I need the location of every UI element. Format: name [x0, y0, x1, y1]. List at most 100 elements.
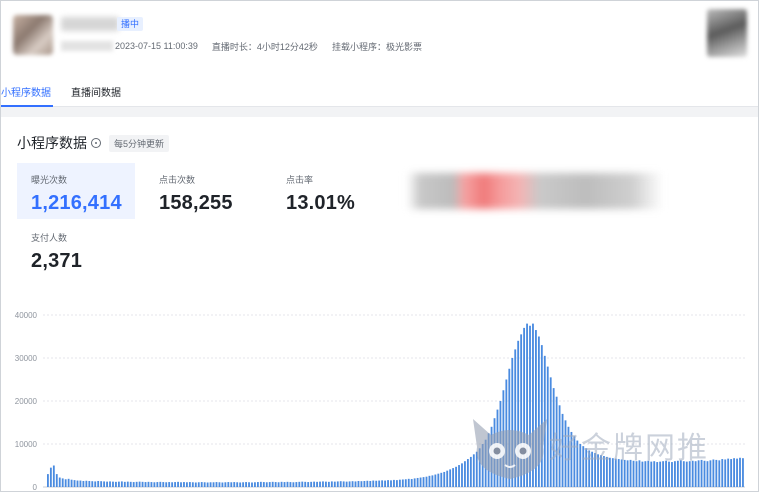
chart-bar[interactable] — [387, 480, 389, 487]
chart-bar[interactable] — [339, 481, 342, 487]
chart-bar[interactable] — [138, 481, 141, 488]
chart-bar[interactable] — [549, 377, 552, 487]
chart-bar[interactable] — [117, 481, 120, 488]
chart-bar[interactable] — [330, 481, 333, 487]
chart-bar[interactable] — [91, 481, 94, 487]
chart-bar[interactable] — [147, 481, 150, 487]
chart-bar[interactable] — [141, 481, 144, 487]
chart-bar[interactable] — [236, 482, 239, 487]
chart-bar[interactable] — [688, 461, 691, 487]
chart-bar[interactable] — [718, 460, 721, 487]
chart-bar[interactable] — [490, 426, 493, 487]
chart-bar[interactable] — [461, 463, 463, 487]
chart-bar[interactable] — [307, 482, 310, 487]
chart-bar[interactable] — [144, 482, 147, 487]
chart-bar[interactable] — [724, 459, 727, 487]
chart-bar[interactable] — [671, 462, 673, 487]
chart-bar[interactable] — [449, 469, 452, 487]
chart-bar[interactable] — [546, 366, 549, 487]
chart-bar[interactable] — [481, 444, 484, 487]
chart-bar[interactable] — [582, 446, 585, 487]
chart-bar[interactable] — [239, 482, 242, 487]
chart-bar[interactable] — [532, 323, 534, 487]
chart-bar[interactable] — [120, 481, 123, 487]
chart-bar[interactable] — [413, 478, 416, 487]
chart-bar[interactable] — [251, 482, 253, 487]
chart-bar[interactable] — [159, 481, 162, 487]
chart-bar[interactable] — [422, 477, 425, 487]
chart-bar[interactable] — [123, 481, 126, 487]
chart-bar[interactable] — [259, 481, 262, 487]
chart-bar[interactable] — [543, 355, 546, 487]
chart-bar[interactable] — [733, 458, 735, 487]
tab-live-room-data[interactable]: 直播间数据 — [69, 77, 123, 107]
chart-bar[interactable] — [428, 475, 431, 487]
chart-bar[interactable] — [629, 459, 632, 487]
chart-bar[interactable] — [357, 480, 360, 487]
chart-bar[interactable] — [165, 482, 168, 487]
chart-bar[interactable] — [496, 409, 499, 487]
info-icon[interactable] — [91, 138, 101, 148]
chart-bar[interactable] — [401, 479, 404, 487]
chart-bar[interactable] — [742, 458, 744, 487]
chart-bar[interactable] — [310, 481, 313, 487]
chart-bar[interactable] — [135, 481, 138, 487]
chart-bar[interactable] — [372, 480, 375, 487]
chart-bar[interactable] — [600, 455, 602, 487]
chart-bar[interactable] — [558, 405, 561, 487]
chart-bar[interactable] — [191, 482, 194, 487]
chart-bar[interactable] — [194, 482, 197, 487]
chart-bar[interactable] — [579, 444, 582, 487]
chart-bar[interactable] — [203, 482, 206, 487]
chart-bar[interactable] — [156, 482, 159, 487]
chart-bar[interactable] — [177, 481, 179, 487]
chart-bar[interactable] — [70, 479, 73, 487]
chart-bar[interactable] — [647, 460, 650, 487]
chart-bar[interactable] — [396, 480, 398, 487]
chart-bar[interactable] — [676, 460, 679, 487]
chart-bar[interactable] — [369, 480, 372, 487]
chart-bar[interactable] — [611, 458, 614, 487]
chart-bar[interactable] — [97, 480, 100, 487]
chart-bar[interactable] — [603, 456, 605, 487]
chart-bar[interactable] — [638, 460, 641, 487]
chart-bar[interactable] — [608, 457, 611, 487]
chart-bar[interactable] — [626, 460, 629, 487]
chart-bar[interactable] — [730, 459, 733, 487]
chart-bar[interactable] — [641, 461, 644, 487]
chart-bar[interactable] — [682, 461, 685, 487]
chart-bar[interactable] — [200, 482, 203, 487]
chart-bar[interactable] — [168, 482, 171, 487]
chart-bar[interactable] — [354, 481, 357, 487]
chart-bar[interactable] — [327, 481, 330, 487]
chart-bar[interactable] — [227, 482, 230, 487]
chart-bar[interactable] — [256, 482, 259, 487]
chart-bar[interactable] — [555, 396, 558, 487]
chart-bar[interactable] — [662, 461, 665, 487]
chart-bar[interactable] — [345, 481, 348, 488]
chart-bar[interactable] — [703, 460, 706, 487]
chart-bar[interactable] — [64, 479, 67, 487]
chart-bar[interactable] — [709, 460, 712, 487]
chart-bar[interactable] — [727, 458, 730, 487]
chart-bar[interactable] — [434, 474, 437, 487]
chart-bar[interactable] — [691, 460, 694, 487]
chart-bar[interactable] — [594, 453, 596, 487]
chart-bar[interactable] — [351, 481, 354, 487]
chart-bar[interactable] — [109, 481, 111, 487]
chart-bar[interactable] — [614, 458, 617, 487]
chart-bar[interactable] — [153, 482, 156, 487]
chart-bar[interactable] — [440, 472, 443, 487]
chart-bar[interactable] — [679, 460, 682, 487]
chart-bar[interactable] — [183, 482, 185, 487]
chart-bar[interactable] — [537, 336, 540, 488]
chart-bar[interactable] — [221, 482, 224, 487]
chart-bar[interactable] — [150, 482, 153, 487]
metric-card-ctr[interactable]: 点击率 13.01% — [272, 163, 390, 219]
chart-bar[interactable] — [292, 482, 295, 487]
chart-bar[interactable] — [508, 368, 511, 487]
chart-bar[interactable] — [576, 440, 579, 487]
chart-bar[interactable] — [366, 480, 369, 487]
chart-bar[interactable] — [301, 481, 304, 488]
chart-bar[interactable] — [212, 482, 215, 487]
